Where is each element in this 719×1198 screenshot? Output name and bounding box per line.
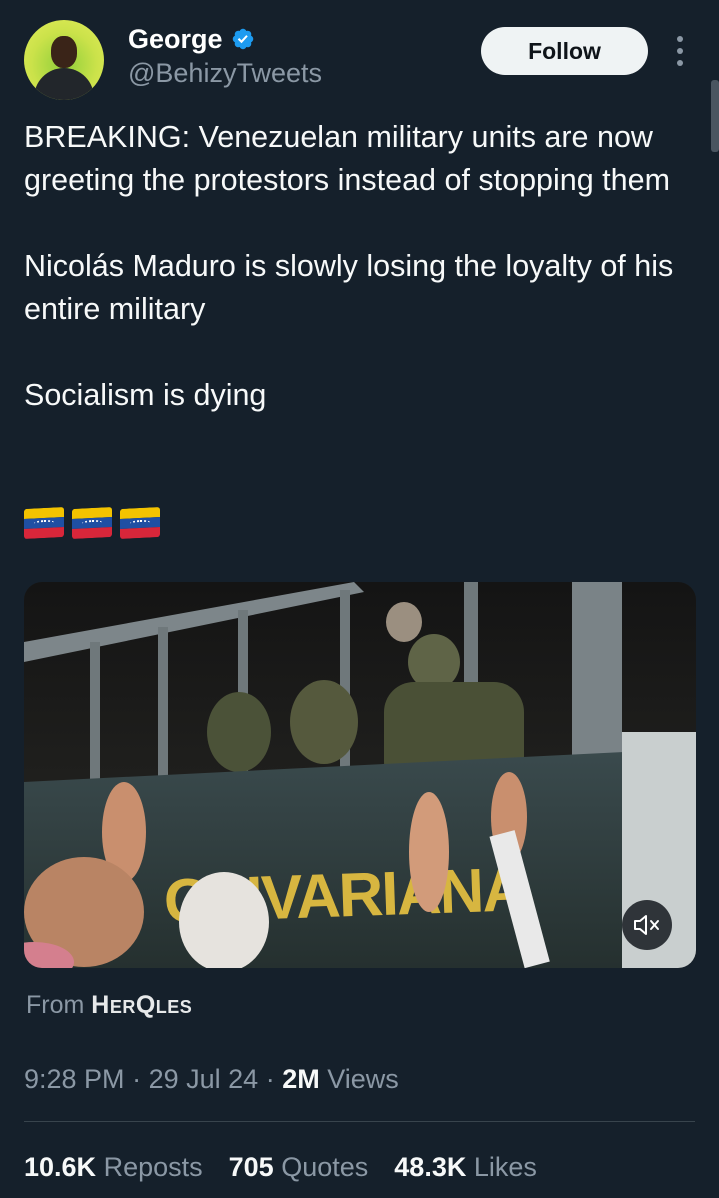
tweet-paragraph: BREAKING: Venezuelan military units are … — [24, 120, 670, 197]
tweet-text: BREAKING: Venezuelan military units are … — [24, 116, 696, 417]
reposts-count: 10.6K — [24, 1152, 97, 1182]
venezuela-flag-icon — [24, 506, 64, 540]
avatar-body — [34, 68, 94, 100]
more-options-icon[interactable] — [672, 36, 688, 66]
quotes-count: 705 — [228, 1152, 274, 1182]
views-count: 2M — [282, 1064, 320, 1094]
tweet-meta: 9:28 PM · 29 Jul 24 · 2M Views — [24, 1062, 399, 1096]
media-source: From HerQles — [26, 988, 192, 1022]
tweet-date[interactable]: 29 Jul 24 — [149, 1064, 259, 1094]
quotes-label: Quotes — [281, 1152, 369, 1182]
video-frame: OLIVARIANA — [24, 582, 696, 968]
follow-button[interactable]: Follow — [481, 27, 648, 75]
scrollbar[interactable] — [711, 80, 719, 152]
views-label: Views — [327, 1064, 399, 1094]
flag-emoji-row — [24, 506, 160, 540]
meta-separator: · — [132, 1064, 142, 1094]
mute-button[interactable] — [622, 900, 672, 950]
source-prefix: From — [26, 991, 85, 1019]
author-name-text: George — [128, 24, 223, 54]
verified-badge-icon — [232, 28, 253, 50]
tweet-paragraph: Socialism is dying — [24, 378, 267, 412]
speaker-muted-icon — [634, 915, 659, 935]
reposts-stat[interactable]: 10.6K Reposts — [24, 1150, 203, 1184]
author-handle[interactable]: @BehizyTweets — [128, 56, 322, 90]
meta-separator: · — [265, 1064, 275, 1094]
video-player[interactable]: OLIVARIANA — [24, 582, 696, 968]
likes-count: 48.3K — [394, 1152, 467, 1182]
likes-stat[interactable]: 48.3K Likes — [394, 1150, 537, 1184]
more-dot — [677, 36, 683, 42]
venezuela-flag-icon — [120, 506, 160, 540]
avatar-head — [51, 36, 77, 68]
more-dot — [677, 60, 683, 66]
engagement-stats: 10.6K Reposts 705 Quotes 48.3K Likes — [24, 1150, 537, 1184]
quotes-stat[interactable]: 705 Quotes — [229, 1150, 369, 1184]
more-dot — [677, 48, 683, 54]
tweet-time[interactable]: 9:28 PM — [24, 1064, 125, 1094]
avatar[interactable] — [24, 20, 104, 100]
tweet-paragraph: Nicolás Maduro is slowly losing the loya… — [24, 249, 674, 326]
likes-label: Likes — [473, 1152, 537, 1182]
divider — [24, 1121, 695, 1122]
author-display-name[interactable]: George — [128, 22, 255, 56]
source-name-link[interactable]: HerQles — [91, 991, 192, 1019]
reposts-label: Reposts — [103, 1152, 203, 1182]
author-block: George @BehizyTweets — [128, 22, 322, 90]
venezuela-flag-icon — [72, 506, 112, 540]
tweet-header: George @BehizyTweets Follow — [24, 18, 695, 100]
